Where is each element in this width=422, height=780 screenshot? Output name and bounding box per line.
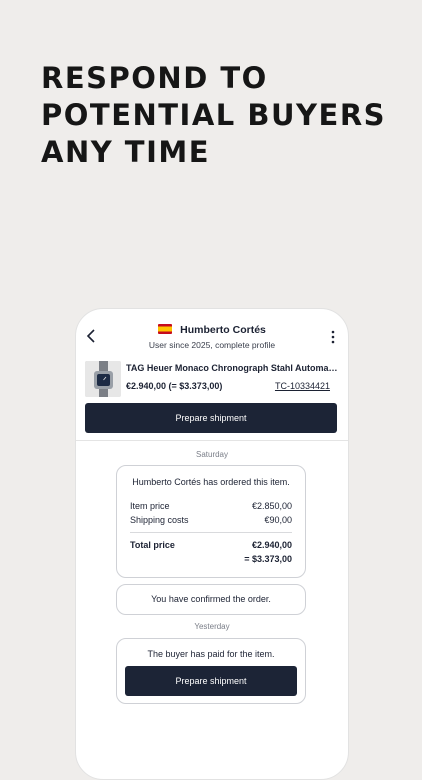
phone-screen: Humberto Cortés User since 2025, complet… <box>75 308 349 780</box>
product-price: €2.940,00 (= $3.373,00) <box>126 381 223 391</box>
headline: RESPOND TO POTENTIAL BUYERS ANY TIME <box>41 60 386 171</box>
shipping-label: Shipping costs <box>130 515 189 525</box>
item-price-label: Item price <box>130 501 170 511</box>
item-price-value: €2.850,00 <box>251 501 292 511</box>
day-separator-yesterday: Yesterday <box>194 622 230 631</box>
user-name: Humberto Cortés <box>180 324 266 336</box>
product-summary[interactable]: TAG Heuer Monaco Chronograph Stahl Autom… <box>76 357 348 401</box>
total-label: Total price <box>130 540 175 550</box>
payment-card: The buyer has paid for the item. Prepare… <box>116 638 306 704</box>
day-separator-saturday: Saturday <box>195 450 229 459</box>
product-name: TAG Heuer Monaco Chronograph Stahl Autom… <box>126 363 338 373</box>
total-converted-value: = $3.373,00 <box>244 554 292 564</box>
spain-flag-icon <box>158 324 173 334</box>
headline-line-1: RESPOND TO <box>41 61 268 95</box>
payment-message: The buyer has paid for the item. <box>147 649 275 659</box>
chat-title[interactable]: Humberto Cortés <box>76 324 348 336</box>
prepare-shipment-button[interactable]: Prepare shipment <box>85 403 337 433</box>
more-options-button[interactable] <box>330 330 336 344</box>
more-vertical-icon <box>331 330 335 344</box>
header-divider <box>76 440 348 441</box>
shipping-value: €90,00 <box>264 515 292 525</box>
payment-prepare-shipment-button[interactable]: Prepare shipment <box>125 666 297 696</box>
product-thumbnail <box>85 361 121 397</box>
card-divider <box>130 532 292 533</box>
confirmation-message: You have confirmed the order. <box>151 594 271 604</box>
product-reference-link[interactable]: TC-10334421 <box>275 381 330 391</box>
confirmation-card: You have confirmed the order. <box>116 584 306 615</box>
order-summary-card: Humberto Cortés has ordered this item. I… <box>116 465 306 578</box>
watch-icon <box>85 361 121 397</box>
headline-line-2: POTENTIAL BUYERS <box>41 98 387 132</box>
headline-line-3: ANY TIME <box>41 135 211 169</box>
chat-header: Humberto Cortés User since 2025, complet… <box>76 309 348 355</box>
order-message: Humberto Cortés has ordered this item. <box>132 477 290 487</box>
user-subtitle: User since 2025, complete profile <box>148 340 276 350</box>
total-value: €2.940,00 <box>251 540 292 550</box>
